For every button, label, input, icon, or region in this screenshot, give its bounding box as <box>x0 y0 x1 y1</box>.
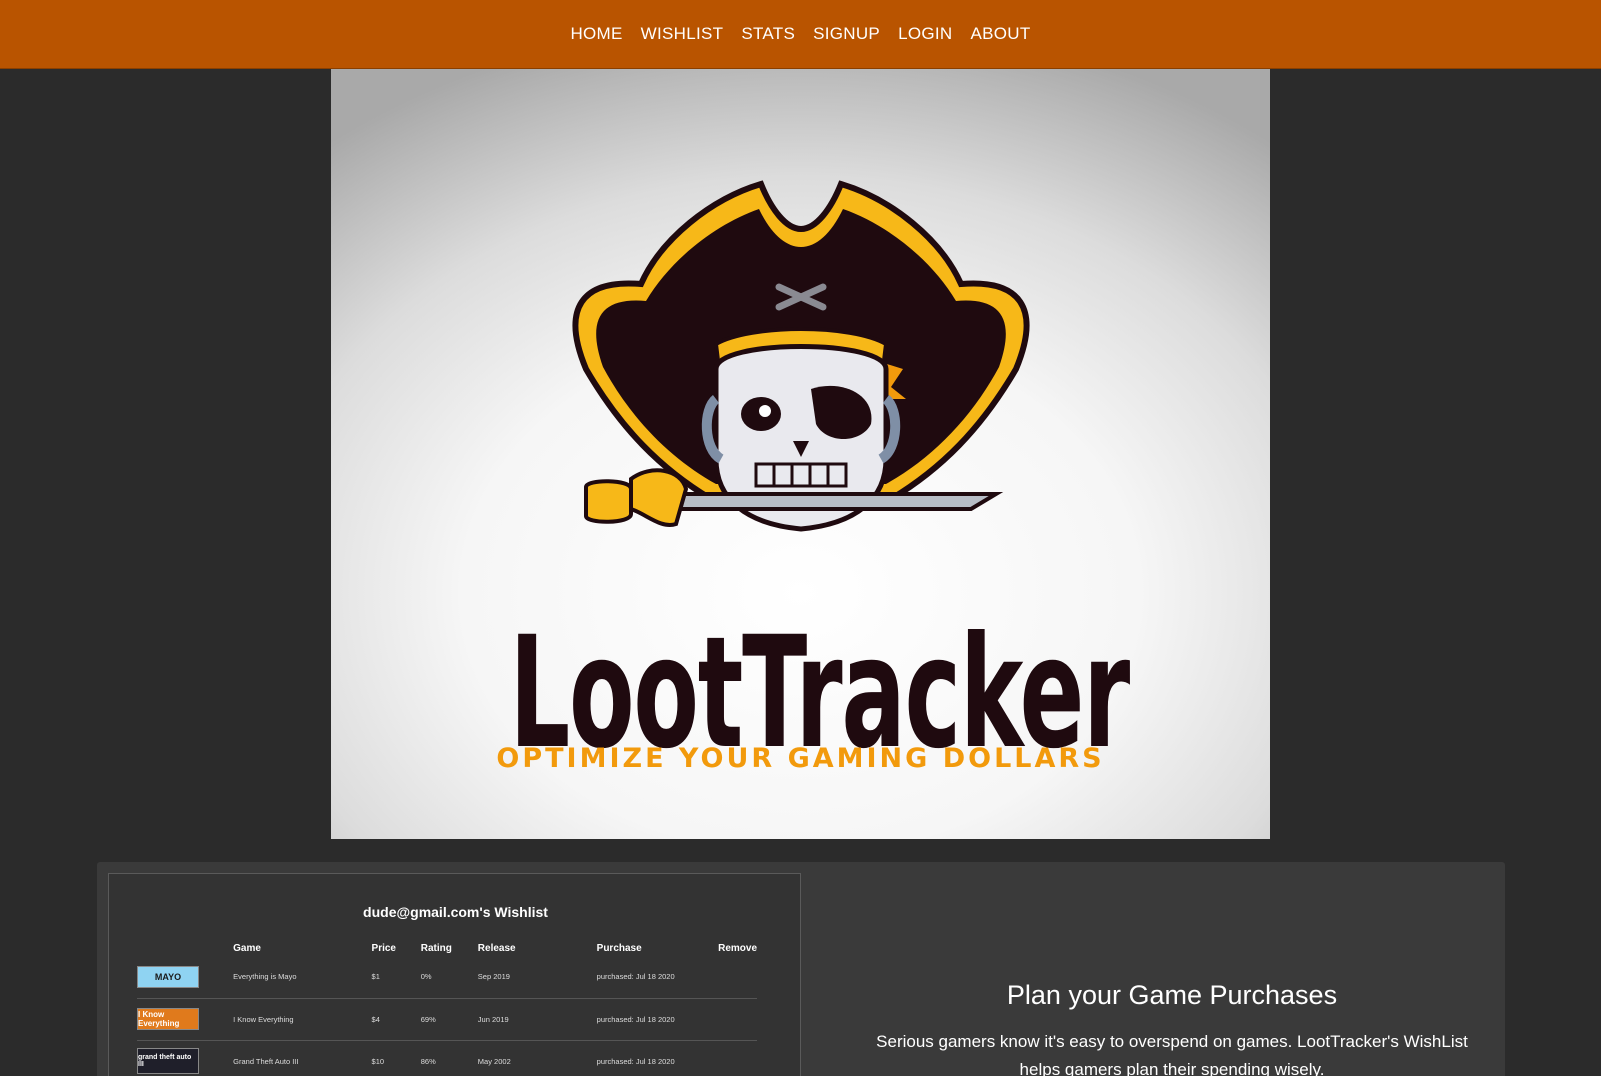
table-row: MAYO Everything is Mayo $1 0% Sep 2019 p… <box>137 956 757 999</box>
game-price: $1 <box>371 956 421 999</box>
col-rating: Rating <box>420 942 452 954</box>
game-price: $10 <box>371 1040 421 1076</box>
wishlist-screenshot: dude@gmail.com's Wishlist Game Price Rat… <box>108 873 801 1076</box>
nav-signup-link[interactable]: SIGNUP <box>804 24 889 44</box>
nav-stats-link[interactable]: STATS <box>732 24 804 44</box>
nav-home-link[interactable]: HOME <box>561 24 631 44</box>
top-navbar: HOME WISHLIST STATS SIGNUP LOGIN ABOUT <box>0 0 1601 69</box>
game-release: Jun 2019 <box>477 998 597 1041</box>
col-game: Game <box>233 942 261 954</box>
remove-cell <box>718 998 757 1041</box>
table-header-row: Game Price Rating Release Purchase Remov… <box>137 940 757 956</box>
game-thumbnail: I Know Everything <box>137 1008 199 1030</box>
hero-banner: LootTracker OPTIMIZE YOUR GAMING DOLLARS <box>331 69 1270 839</box>
game-purchase: purchased: Jul 18 2020 <box>596 956 719 999</box>
col-thumb <box>137 940 233 956</box>
game-name: Everything is Mayo <box>233 956 372 999</box>
game-rating: 69% <box>420 998 478 1041</box>
game-rating: 86% <box>420 1040 478 1076</box>
feature-card: dude@gmail.com's Wishlist Game Price Rat… <box>97 862 1505 1076</box>
nav-about-link[interactable]: ABOUT <box>961 24 1039 44</box>
game-thumbnail: MAYO <box>137 965 199 988</box>
game-price: $4 <box>371 998 421 1041</box>
table-row: I Know Everything I Know Everything $4 6… <box>137 998 757 1041</box>
logo-tagline: OPTIMIZE YOUR GAMING DOLLARS <box>496 743 1105 774</box>
remove-cell <box>718 1040 757 1076</box>
col-remove: Remove <box>718 942 757 954</box>
game-rating: 0% <box>420 956 478 999</box>
feature-heading: Plan your Game Purchases <box>1006 980 1338 1010</box>
col-release: Release <box>477 942 516 954</box>
col-purchase: Purchase <box>596 942 642 954</box>
game-name: I Know Everything <box>233 998 372 1041</box>
nav-login-link[interactable]: LOGIN <box>889 24 961 44</box>
game-purchase: purchased: Jul 18 2020 <box>596 1040 719 1076</box>
table-row: grand theft auto III Grand Theft Auto II… <box>137 1040 757 1076</box>
game-purchase: purchased: Jul 18 2020 <box>596 998 719 1041</box>
game-release: Sep 2019 <box>477 956 597 999</box>
col-price: Price <box>371 942 396 954</box>
feature-description: Serious gamers know it's easy to overspe… <box>876 1032 1468 1076</box>
wishlist-table: Game Price Rating Release Purchase Remov… <box>137 940 757 1076</box>
nav-wishlist-link[interactable]: WISHLIST <box>632 24 733 44</box>
wishlist-title: dude@gmail.com's Wishlist <box>363 904 548 920</box>
remove-cell <box>718 956 757 999</box>
game-name: Grand Theft Auto III <box>233 1040 372 1076</box>
pirate-skull-icon <box>572 180 1030 532</box>
game-thumbnail: grand theft auto III <box>137 1048 199 1074</box>
game-release: May 2002 <box>477 1040 597 1076</box>
